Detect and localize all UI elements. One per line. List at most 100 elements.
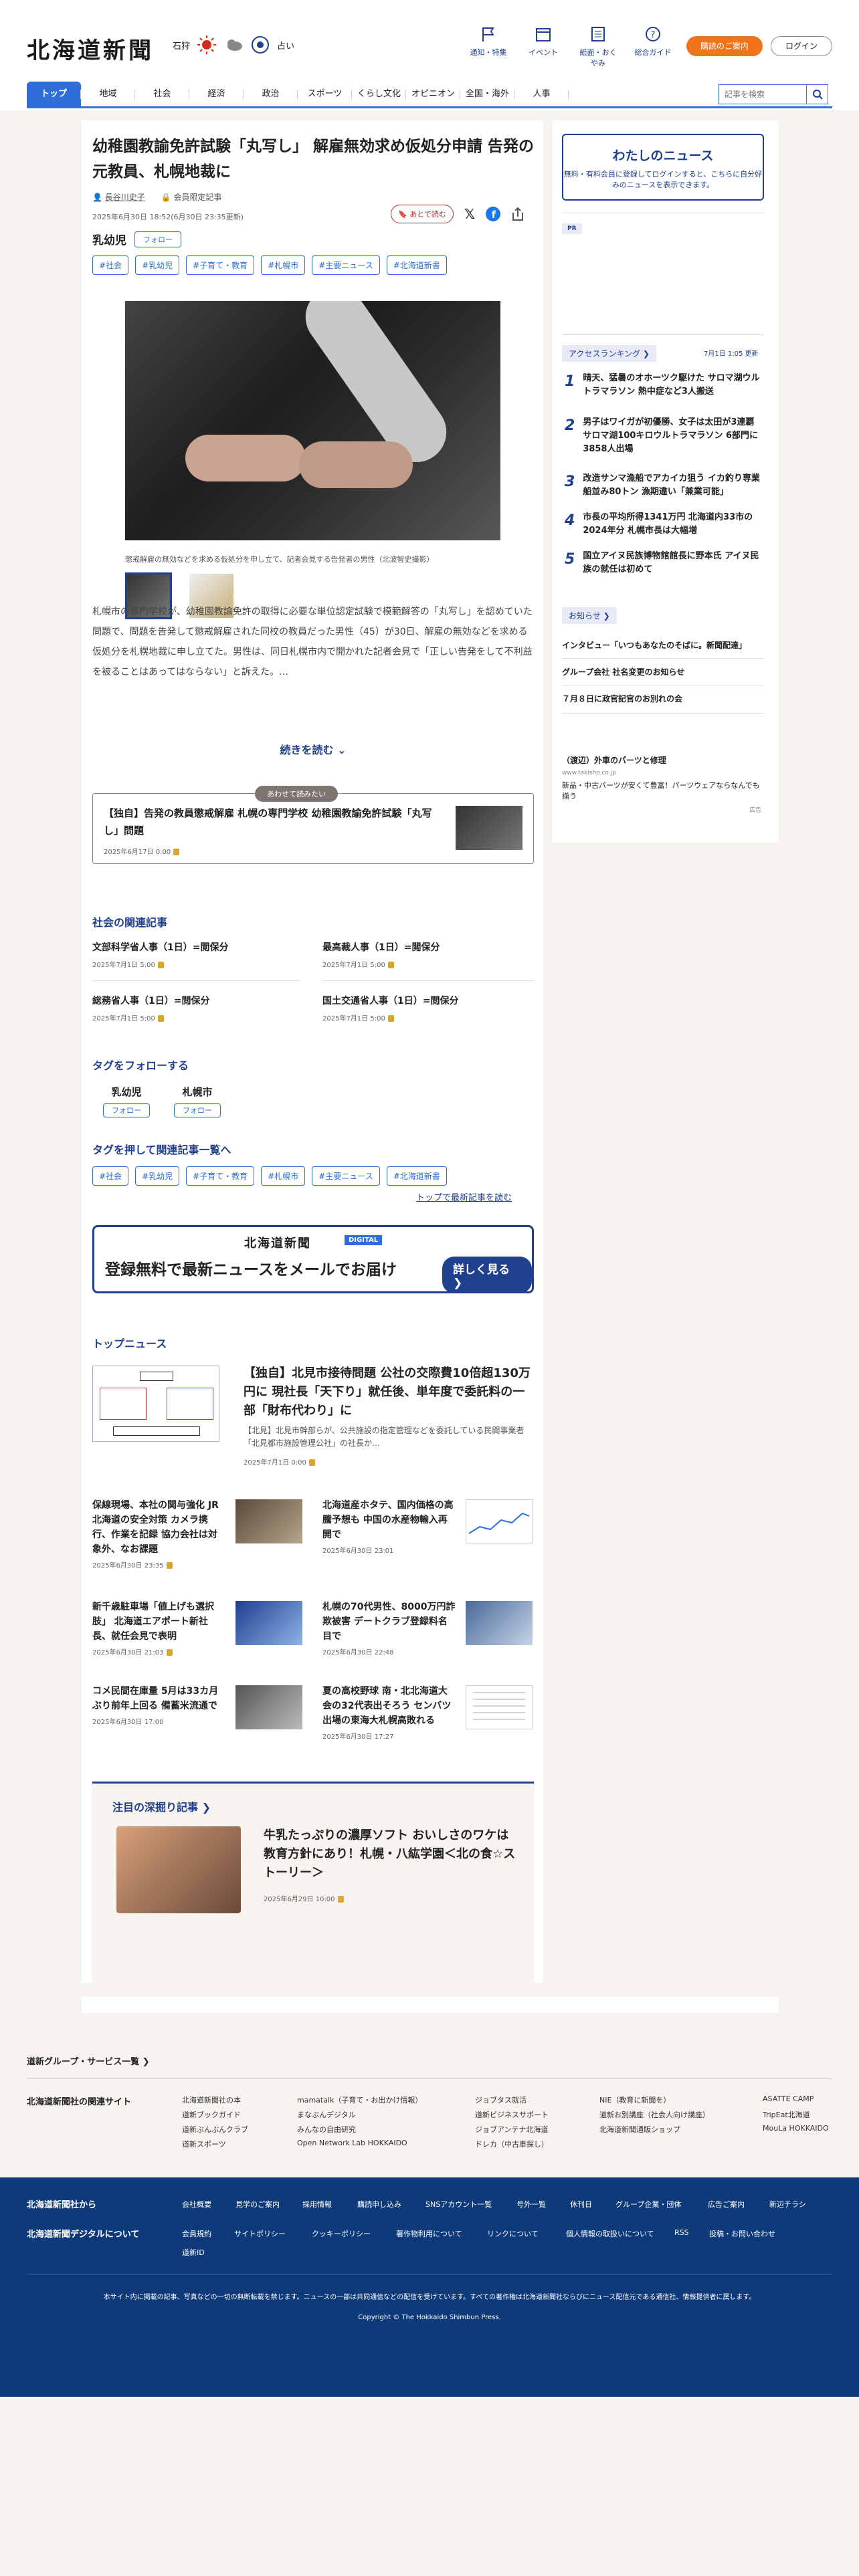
- event-link[interactable]: イベント: [523, 25, 563, 68]
- related-item[interactable]: 最高裁人事（1日）=閲保分 2025年7月1日 5:00: [322, 940, 537, 969]
- news-item[interactable]: 札幌の70代男性、8000万円詐欺被害 デートクラブ登録料名目で 2025年6月3…: [322, 1600, 534, 1656]
- tag-link[interactable]: #札幌市: [261, 255, 306, 275]
- ranking-item[interactable]: 4 市長の平均所得1341万円 北海道内33市の2024年分 札幌市長は大幅増: [565, 511, 763, 538]
- nav-tab-world[interactable]: 全国・海外: [460, 82, 514, 107]
- recommended-article[interactable]: あわせて読みたい 【独自】告発の教員懲戒解雇 札幌の専門学校 幼稚園教諭免許試験…: [92, 786, 534, 864]
- footer-site-link[interactable]: まなぶんデジタル: [297, 2109, 356, 2120]
- ranking-item[interactable]: 2 男子はワイガが初優勝、女子は太田が3連覇 サロマ湖100キロウルトラマラソン …: [565, 416, 763, 456]
- footer-site-link[interactable]: mamatalk（子育て・お出かけ情報）: [297, 2095, 422, 2105]
- weather-widget[interactable]: 石狩 占い: [173, 35, 294, 55]
- ranking-heading[interactable]: アクセスランキング ❯: [562, 345, 656, 362]
- nav-tab-economy[interactable]: 経済: [189, 82, 244, 107]
- footer-site-link[interactable]: ジョブアンテナ北海道: [475, 2124, 549, 2135]
- feature-title[interactable]: 牛乳たっぷりの濃厚ソフト おいしさのワケは教育方針にあり！札幌・八紘学園＜北の食…: [264, 1826, 520, 1883]
- footer-link[interactable]: 採用情報: [302, 2199, 332, 2210]
- footer-link[interactable]: SNSアカウント一覧: [425, 2199, 492, 2210]
- footer-site-link[interactable]: 道新スポーツ: [182, 2139, 226, 2149]
- top-news-link[interactable]: トップで最新記事を読む: [416, 1190, 512, 1203]
- news-item[interactable]: 北海道産ホタテ、国内価格の高騰予想も 中国の水産物輸入再開で 2025年6月30日…: [322, 1498, 534, 1555]
- footer-link[interactable]: 著作物利用について: [396, 2228, 462, 2239]
- banner-button[interactable]: 詳しく見る ❯: [442, 1257, 532, 1293]
- author-link[interactable]: 👤 長谷川史子: [92, 191, 145, 203]
- guide-link[interactable]: ? 総合ガイド: [633, 25, 673, 68]
- footer-site-link[interactable]: MouLa HOKKAIDO: [763, 2124, 829, 2133]
- tag-link[interactable]: #北海道新書: [386, 1166, 447, 1186]
- footer-link[interactable]: 購読申し込み: [357, 2199, 401, 2210]
- share-icon[interactable]: [511, 207, 524, 221]
- nav-tab-region[interactable]: 地域: [81, 82, 135, 107]
- follow-button[interactable]: フォロー: [174, 1103, 221, 1117]
- footer-link[interactable]: RSS: [674, 2228, 689, 2237]
- nav-tab-top[interactable]: トップ: [27, 82, 81, 107]
- notice-heading[interactable]: お知らせ ❯: [562, 607, 617, 624]
- tag-link[interactable]: #主要ニュース: [312, 255, 380, 275]
- news-item[interactable]: 新千歳駐車場「値上げも選択肢」 北海道エアポート新社長、就任会見で表明 2025年…: [92, 1600, 304, 1656]
- notice-item[interactable]: ７月８日に政官記官のお別れの会: [562, 693, 764, 704]
- footer-site-link[interactable]: ジョブタス就活: [475, 2095, 527, 2105]
- tag-link[interactable]: #乳幼児: [135, 1166, 180, 1186]
- notification-link[interactable]: 通知・特集: [468, 25, 508, 68]
- related-item[interactable]: 国土交通省人事（1日）=閲保分 2025年7月1日 5:00: [322, 994, 537, 1023]
- site-logo[interactable]: 北海道新聞: [27, 32, 154, 65]
- login-button[interactable]: ログイン: [771, 36, 832, 56]
- tag-link[interactable]: #北海道新書: [386, 255, 447, 275]
- tag-link[interactable]: #札幌市: [261, 1166, 306, 1186]
- ranking-item[interactable]: 3 改造サンマ漁船でアカイカ狙う イカ釣り専業船並み80トン 漁期違い「兼業可能」: [565, 472, 763, 499]
- news-item[interactable]: 保線現場、本社の関与強化 JR北海道の安全対策 カメラ携行、作業を記録 協力会社…: [92, 1498, 304, 1570]
- notice-item[interactable]: グループ会社 社名変更のお知らせ: [562, 666, 764, 677]
- footer-site-link[interactable]: 道新ぶんぶんクラブ: [182, 2124, 248, 2135]
- notice-item[interactable]: インタビュー「いつもあなたのそばに。新聞配達」: [562, 639, 764, 651]
- nav-tab-personnel[interactable]: 人事: [514, 82, 569, 107]
- tag-link[interactable]: #乳幼児: [135, 255, 180, 275]
- search-input[interactable]: [719, 85, 806, 104]
- my-news-box[interactable]: わたしのニュース 無料・有料会員に登録してログインすると、こちらに自分好みのニュ…: [562, 134, 764, 201]
- footer-site-link[interactable]: NIE（教育に新聞を）: [599, 2095, 670, 2105]
- nav-tab-sports[interactable]: スポーツ: [298, 82, 352, 107]
- footer-link[interactable]: 休刊日: [570, 2199, 592, 2210]
- footer-link[interactable]: 投稿・お問い合わせ: [709, 2228, 775, 2239]
- nav-tab-politics[interactable]: 政治: [244, 82, 298, 107]
- footer-link[interactable]: 個人情報の取扱いについて: [566, 2228, 654, 2239]
- tag-link[interactable]: #子育て・教育: [186, 255, 255, 275]
- footer-site-link[interactable]: 北海道新聞社の本: [182, 2095, 241, 2105]
- nav-tab-opinion[interactable]: オピニオン: [406, 82, 460, 107]
- read-later-button[interactable]: 🔖 あとで読む: [391, 205, 454, 223]
- group-services-link[interactable]: 道新グループ・サービス一覧 ❯: [27, 2054, 150, 2067]
- footer-site-link[interactable]: Open Network Lab HOKKAIDO: [297, 2139, 407, 2147]
- nav-tab-life[interactable]: くらし文化: [352, 82, 406, 107]
- footer-site-link[interactable]: 道新ビジネスサポート: [475, 2109, 549, 2120]
- footer-link[interactable]: クッキーポリシー: [312, 2228, 371, 2239]
- tag-link[interactable]: #社会: [92, 1166, 129, 1186]
- tag-link[interactable]: #子育て・教育: [186, 1166, 255, 1186]
- footer-link[interactable]: 会員規約: [182, 2228, 211, 2239]
- newsletter-banner[interactable]: 北海道新聞 DIGITAL 登録無料で最新ニュースをメールでお届け 詳しく見る …: [92, 1225, 534, 1293]
- x-share-icon[interactable]: 𝕏: [464, 206, 475, 222]
- footer-site-link[interactable]: TripEat北海道: [763, 2109, 810, 2120]
- footer-site-link[interactable]: ドレカ（中古車探し）: [475, 2139, 549, 2149]
- footer-link[interactable]: 広告ご案内: [708, 2199, 745, 2210]
- search-button[interactable]: [806, 85, 828, 104]
- footer-link[interactable]: リンクについて: [487, 2228, 539, 2239]
- read-more-button[interactable]: 続きを読む ⌄: [92, 741, 534, 757]
- footer-link[interactable]: 号外一覧: [516, 2199, 546, 2210]
- article-photo[interactable]: [125, 301, 500, 540]
- ranking-item[interactable]: 1 晴天、猛暑のオホーツク駆けた サロマ湖ウルトラマラソン 熱中症など3人搬送: [565, 372, 763, 399]
- nav-tab-society[interactable]: 社会: [135, 82, 189, 107]
- footer-link[interactable]: 会社概要: [182, 2199, 211, 2210]
- related-item[interactable]: 文部科学省人事（1日）=閲保分 2025年7月1日 5:00: [92, 940, 306, 969]
- footer-site-link[interactable]: 道新お別講座（社会人向け講座）: [599, 2109, 710, 2120]
- footer-site-link[interactable]: ASATTE CAMP: [763, 2095, 814, 2103]
- footer-link[interactable]: 道新ID: [182, 2247, 205, 2258]
- tag-link[interactable]: #社会: [92, 255, 129, 275]
- tag-link[interactable]: #主要ニュース: [312, 1166, 380, 1186]
- follow-button[interactable]: フォロー: [134, 231, 181, 247]
- footer-link[interactable]: サイトポリシー: [234, 2228, 286, 2239]
- feature-thumbnail[interactable]: [116, 1826, 241, 1913]
- footer-site-link[interactable]: みんなの自由研究: [297, 2124, 356, 2135]
- footer-link[interactable]: 新辺チラシ: [769, 2199, 806, 2210]
- footer-link[interactable]: 見学のご案内: [235, 2199, 280, 2210]
- paper-link[interactable]: 紙面・おくやみ: [578, 25, 618, 68]
- ranking-item[interactable]: 5 国立アイヌ民族博物館館長に野本氏 アイヌ民族の就任は初めて: [565, 550, 763, 576]
- news-item[interactable]: 夏の高校野球 南・北北海道大会の32代表出そろう センバツ出場の東海大札幌高敗れ…: [322, 1684, 534, 1741]
- footer-link[interactable]: グループ企業・団体: [615, 2199, 681, 2210]
